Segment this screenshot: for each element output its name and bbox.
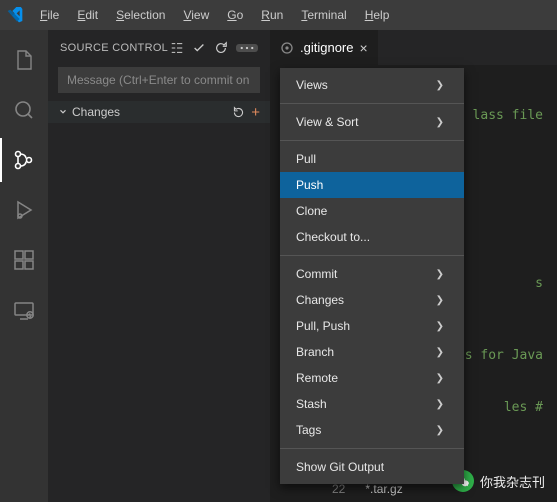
- menu-checkout[interactable]: Checkout to...: [280, 224, 464, 250]
- tab-bar: .gitignore ×: [270, 30, 557, 65]
- activity-bar: [0, 30, 48, 502]
- menu-terminal[interactable]: Terminal: [293, 4, 354, 26]
- extensions-icon[interactable]: [0, 238, 48, 282]
- menu-tags[interactable]: Tags❯: [280, 417, 464, 443]
- changes-section[interactable]: Changes +: [48, 101, 270, 123]
- menu-pull-push[interactable]: Pull, Push❯: [280, 313, 464, 339]
- chevron-right-icon: ❯: [436, 373, 444, 384]
- menu-selection[interactable]: Selection: [108, 4, 173, 26]
- chevron-right-icon: ❯: [436, 347, 444, 358]
- editor-line-info: 22 *.tar.gz: [332, 482, 403, 496]
- file-icon: [280, 41, 294, 55]
- chevron-right-icon: ❯: [436, 399, 444, 410]
- tab-gitignore[interactable]: .gitignore ×: [270, 30, 378, 65]
- menu-separator: [280, 255, 464, 256]
- menu-separator: [280, 103, 464, 104]
- line-content: *.tar.gz: [365, 482, 402, 496]
- close-icon[interactable]: ×: [359, 40, 367, 56]
- commit-message-input[interactable]: [58, 67, 260, 93]
- menu-remote[interactable]: Remote❯: [280, 365, 464, 391]
- explorer-icon[interactable]: [0, 38, 48, 82]
- watermark: 你我杂志刊: [452, 470, 545, 492]
- tab-label: .gitignore: [300, 40, 353, 55]
- menu-stash[interactable]: Stash❯: [280, 391, 464, 417]
- watermark-text: 你我杂志刊: [480, 472, 545, 491]
- panel-title: SOURCE CONTROL: [60, 42, 168, 54]
- remote-explorer-icon[interactable]: [0, 288, 48, 332]
- menu-show-git-output[interactable]: Show Git Output: [280, 454, 464, 480]
- title-bar: File Edit Selection View Go Run Terminal…: [0, 0, 557, 30]
- code-text: s: [535, 276, 543, 291]
- commit-check-icon[interactable]: [192, 41, 206, 55]
- menu-views[interactable]: Views❯: [280, 72, 464, 98]
- scm-context-menu: Views❯ View & Sort❯ Pull Push Clone Chec…: [280, 68, 464, 484]
- source-control-panel: SOURCE CONTROL Changes +: [48, 30, 270, 502]
- menu-separator: [280, 448, 464, 449]
- menu-file[interactable]: File: [32, 4, 67, 26]
- menu-edit[interactable]: Edit: [69, 4, 106, 26]
- menu-run[interactable]: Run: [253, 4, 291, 26]
- code-text: ls for Java: [457, 348, 543, 363]
- chevron-right-icon: ❯: [436, 425, 444, 436]
- chevron-right-icon: ❯: [436, 80, 444, 91]
- source-control-icon[interactable]: [0, 138, 48, 182]
- refresh-icon[interactable]: [214, 41, 228, 55]
- menu-pull[interactable]: Pull: [280, 146, 464, 172]
- menu-branch[interactable]: Branch❯: [280, 339, 464, 365]
- menu-view-sort[interactable]: View & Sort❯: [280, 109, 464, 135]
- chevron-right-icon: ❯: [436, 117, 444, 128]
- menu-commit[interactable]: Commit❯: [280, 261, 464, 287]
- more-actions-icon[interactable]: [236, 44, 258, 52]
- chevron-right-icon: ❯: [436, 321, 444, 332]
- run-debug-icon[interactable]: [0, 188, 48, 232]
- chevron-right-icon: ❯: [436, 295, 444, 306]
- view-tree-icon[interactable]: [170, 41, 184, 55]
- chevron-right-icon: ❯: [436, 269, 444, 280]
- code-text: lass file: [473, 108, 543, 123]
- menu-view[interactable]: View: [175, 4, 217, 26]
- menu-separator: [280, 140, 464, 141]
- menu-bar: File Edit Selection View Go Run Terminal…: [32, 4, 397, 26]
- discard-icon[interactable]: [232, 106, 245, 119]
- changes-label: Changes: [72, 105, 120, 119]
- menu-changes[interactable]: Changes❯: [280, 287, 464, 313]
- code-text: les #: [504, 400, 543, 415]
- chevron-down-icon: [58, 107, 68, 117]
- line-number: 22: [332, 482, 345, 496]
- stage-icon[interactable]: +: [251, 104, 260, 121]
- menu-go[interactable]: Go: [219, 4, 251, 26]
- search-icon[interactable]: [0, 88, 48, 132]
- menu-help[interactable]: Help: [357, 4, 398, 26]
- menu-clone[interactable]: Clone: [280, 198, 464, 224]
- menu-push[interactable]: Push: [280, 172, 464, 198]
- vscode-icon: [6, 6, 24, 24]
